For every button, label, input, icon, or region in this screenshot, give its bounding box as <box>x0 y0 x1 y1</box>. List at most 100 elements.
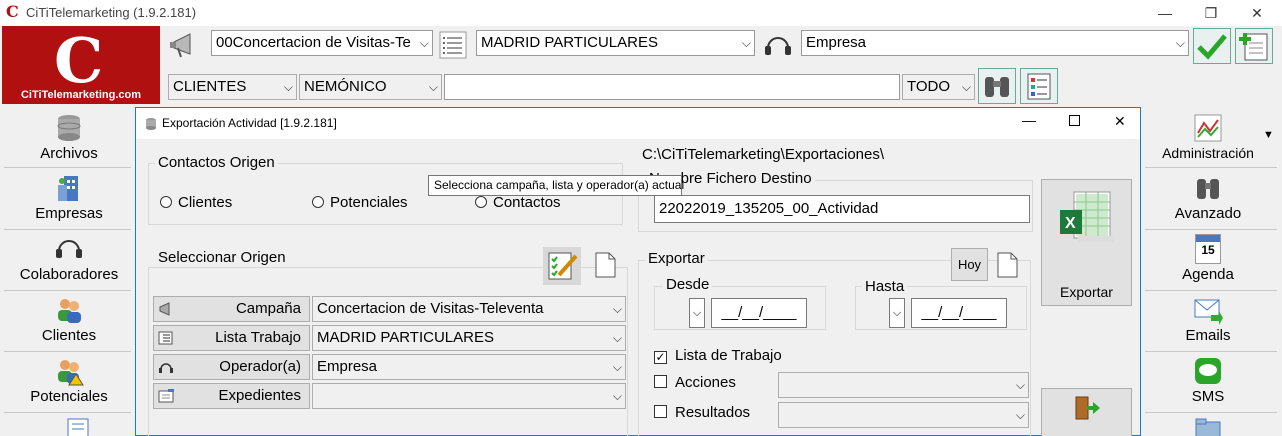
acciones-select[interactable]: ⌵ <box>778 372 1029 398</box>
divider <box>1145 167 1277 168</box>
tooltip: Selecciona campaña, lista y operador(a) … <box>428 175 684 196</box>
row-label-text: Lista Trabajo <box>215 329 301 346</box>
search-field-select[interactable]: NEMÓNICO ⌵ <box>299 74 442 100</box>
sidebar-item-potenciales[interactable]: Potenciales <box>4 356 134 405</box>
search-input[interactable] <box>444 74 900 100</box>
desde-date-value: __/__/____ <box>721 304 797 321</box>
row-label-text: Operador(a) <box>219 358 301 375</box>
radio-label: Contactos <box>493 194 561 211</box>
desde-date-input[interactable]: __/__/____ <box>711 298 807 328</box>
list-select-value: MADRID PARTICULARES <box>481 34 658 51</box>
dialog-maximize-button[interactable] <box>1069 115 1080 126</box>
binoculars-icon <box>1197 179 1219 199</box>
select-current-button[interactable] <box>543 247 581 285</box>
campana-select[interactable]: Concertacion de Visitas-Televenta ⌵ <box>312 296 626 322</box>
chevron-down-icon: ⌵ <box>1175 36 1185 50</box>
results-list-button[interactable] <box>1020 68 1058 104</box>
blank-document-icon[interactable] <box>594 252 616 278</box>
sidebar-item-emails[interactable]: Emails <box>1143 295 1273 344</box>
expedientes-select[interactable]: ⌵ <box>312 383 626 409</box>
files-icon <box>158 389 174 403</box>
checkbox-label: Lista de Trabajo <box>675 347 782 364</box>
dialog-close-button[interactable]: ✕ <box>1114 113 1126 130</box>
blank-document-icon[interactable] <box>996 252 1018 278</box>
exportar-button[interactable]: X Exportar <box>1041 179 1132 306</box>
sidebar-item-administracion[interactable]: Administración <box>1143 113 1273 162</box>
hoy-button[interactable]: Hoy <box>951 248 988 281</box>
search-field-value: NEMÓNICO <box>304 78 387 95</box>
restore-button[interactable]: ❐ <box>1188 0 1234 26</box>
expedientes-row-label: Expedientes <box>153 383 310 409</box>
operator-select[interactable]: Empresa ⌵ <box>801 30 1189 56</box>
divider <box>4 290 131 291</box>
campaign-select[interactable]: 00Concertacion de Visitas-Te ⌵ <box>211 30 433 56</box>
close-button[interactable]: ✕ <box>1234 0 1280 26</box>
list-icon <box>158 331 173 345</box>
nombre-fichero-input[interactable]: 22022019_135205_00_Actividad <box>654 195 1030 223</box>
desde-dropdown[interactable]: ⌵ <box>689 298 705 328</box>
hasta-date-input[interactable]: __/__/____ <box>911 298 1007 328</box>
check-lista-trabajo[interactable]: ✓ Lista de Trabajo <box>654 347 782 364</box>
lista-trabajo-select[interactable]: MADRID PARTICULARES ⌵ <box>312 325 626 351</box>
radio-potenciales[interactable]: Potenciales <box>312 194 408 211</box>
svg-text:X: X <box>1065 215 1076 232</box>
sidebar-item-sms[interactable]: SMS <box>1143 356 1273 405</box>
radio-clientes[interactable]: Clientes <box>160 194 232 211</box>
headset-icon <box>56 240 82 258</box>
sidebar-item-colaboradores[interactable]: Colaboradores <box>4 234 134 283</box>
check-resultados[interactable]: Resultados <box>654 404 750 421</box>
buildings-icon <box>58 176 78 201</box>
chevron-down-icon: ⌵ <box>612 360 622 374</box>
exit-door-icon <box>1075 396 1100 420</box>
megaphone-icon <box>159 302 170 316</box>
sidebar-item-avanzado[interactable]: Avanzado <box>1143 173 1273 222</box>
list-select[interactable]: MADRID PARTICULARES ⌵ <box>476 30 755 56</box>
app-logo-icon: C <box>6 2 19 21</box>
minimize-button[interactable]: — <box>1142 0 1188 26</box>
hasta-dropdown[interactable]: ⌵ <box>889 298 905 328</box>
brand-logo-text: CiTiTelemarketing.com <box>20 89 142 101</box>
sidebar-item-empresas[interactable]: Empresas <box>4 173 134 222</box>
list-icon[interactable] <box>438 30 468 60</box>
search-button[interactable] <box>978 68 1016 104</box>
search-scope-select[interactable]: TODO ⌵ <box>902 74 975 100</box>
sidebar-item-label: Emails <box>1185 327 1231 344</box>
operador-select[interactable]: Empresa ⌵ <box>312 354 626 380</box>
headset-icon <box>765 37 791 55</box>
sidebar-item-archivos[interactable]: Archivos <box>4 113 134 162</box>
chevron-down-icon: ⌵ <box>419 36 429 50</box>
seleccionar-origen-label: Seleccionar Origen <box>155 249 289 266</box>
expand-arrow-icon[interactable]: ▼ <box>1263 129 1274 141</box>
exportar-button-label: Exportar <box>1060 284 1113 300</box>
sms-icon <box>1195 358 1221 384</box>
email-icon <box>1194 299 1223 325</box>
window-title: CiTiTelemarketing (1.9.2.181) <box>26 5 197 20</box>
window-titlebar: C CiTiTelemarketing (1.9.2.181) — ❐ ✕ <box>0 0 1282 26</box>
divider <box>4 167 131 168</box>
accept-button[interactable] <box>1193 28 1231 64</box>
check-acciones[interactable]: Acciones <box>654 374 736 391</box>
desde-label: Desde <box>663 276 713 293</box>
sidebar-item-clientes[interactable]: Clientes <box>4 295 134 344</box>
record-type-select[interactable]: CLIENTES ⌵ <box>168 74 297 100</box>
lista-trabajo-row-label: Lista Trabajo <box>153 325 310 351</box>
add-record-button[interactable] <box>1235 28 1273 64</box>
sidebar-item-agenda[interactable]: 15 Agenda <box>1143 234 1273 283</box>
chevron-down-icon: ⌵ <box>1015 408 1025 422</box>
divider <box>4 412 131 413</box>
dialog-minimize-button[interactable]: — <box>1022 112 1036 128</box>
checkbox-icon <box>654 405 667 418</box>
divider <box>4 351 131 352</box>
hasta-label: Hasta <box>862 278 908 295</box>
sidebar-item-label: Clientes <box>41 327 97 344</box>
row-label-text: Expedientes <box>218 387 301 404</box>
checkbox-icon <box>654 375 667 388</box>
radio-contactos[interactable]: Contactos <box>475 194 561 211</box>
exit-button[interactable] <box>1041 388 1132 436</box>
hasta-date-value: __/__/____ <box>921 304 997 321</box>
chart-icon <box>1194 114 1222 142</box>
sidebar-item-label: Archivos <box>40 145 98 162</box>
resultados-select[interactable]: ⌵ <box>778 402 1029 428</box>
brand-logo: C CiTiTelemarketing.com <box>2 26 160 104</box>
checklist-icon <box>1027 73 1051 100</box>
